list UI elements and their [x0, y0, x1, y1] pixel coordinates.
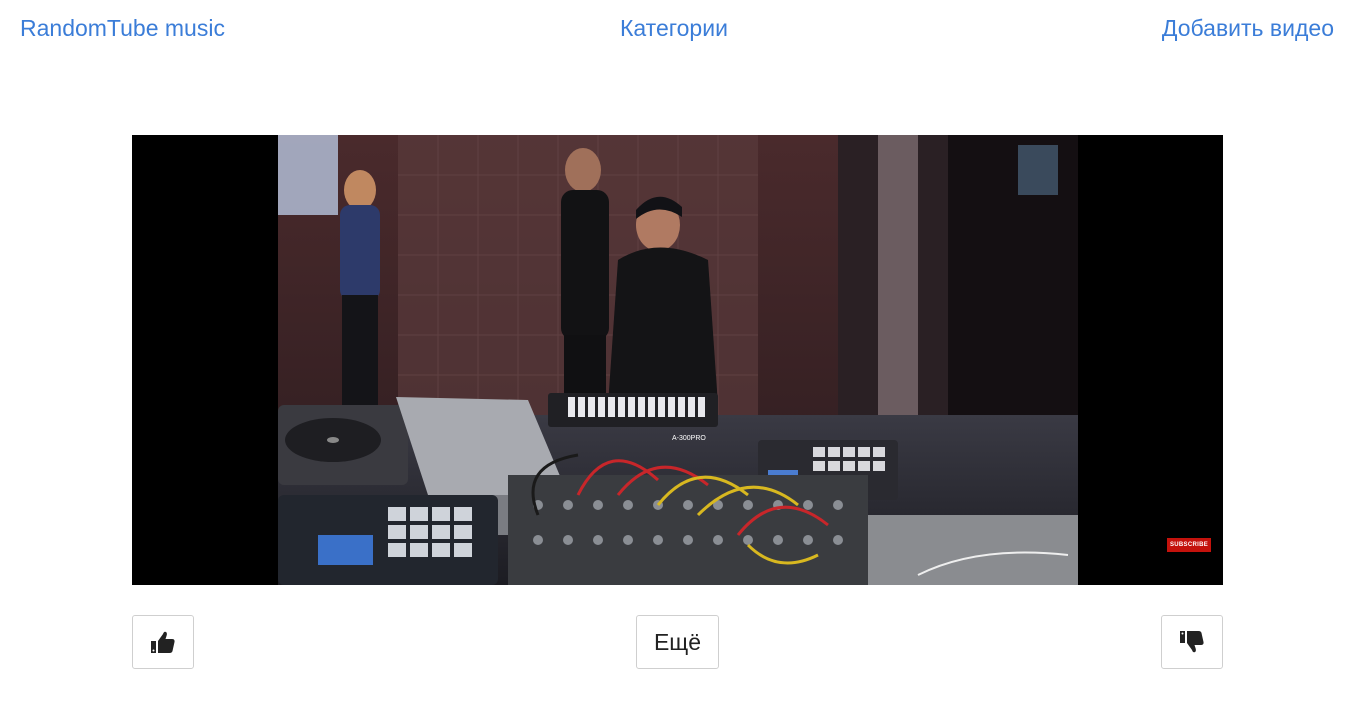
dislike-button[interactable] — [1161, 615, 1223, 669]
add-video-link[interactable]: Добавить видео — [1162, 14, 1334, 42]
brand-link[interactable]: RandomTube music — [20, 14, 225, 42]
video-player[interactable]: A-300PRO SUBSCRIBE — [132, 135, 1223, 585]
keyboard-label: A-300PRO — [672, 435, 706, 442]
more-button[interactable]: Ещё — [636, 615, 719, 669]
categories-link[interactable]: Категории — [620, 14, 728, 42]
video-frame: A-300PRO — [278, 135, 1078, 585]
top-navigation: RandomTube music Категории Добавить виде… — [0, 0, 1365, 56]
like-button[interactable] — [132, 615, 194, 669]
thumbs-down-icon — [1179, 630, 1205, 654]
video-still-image: A-300PRO — [278, 135, 1078, 585]
thumbs-up-icon — [150, 630, 176, 654]
subscribe-badge[interactable]: SUBSCRIBE — [1167, 538, 1211, 552]
